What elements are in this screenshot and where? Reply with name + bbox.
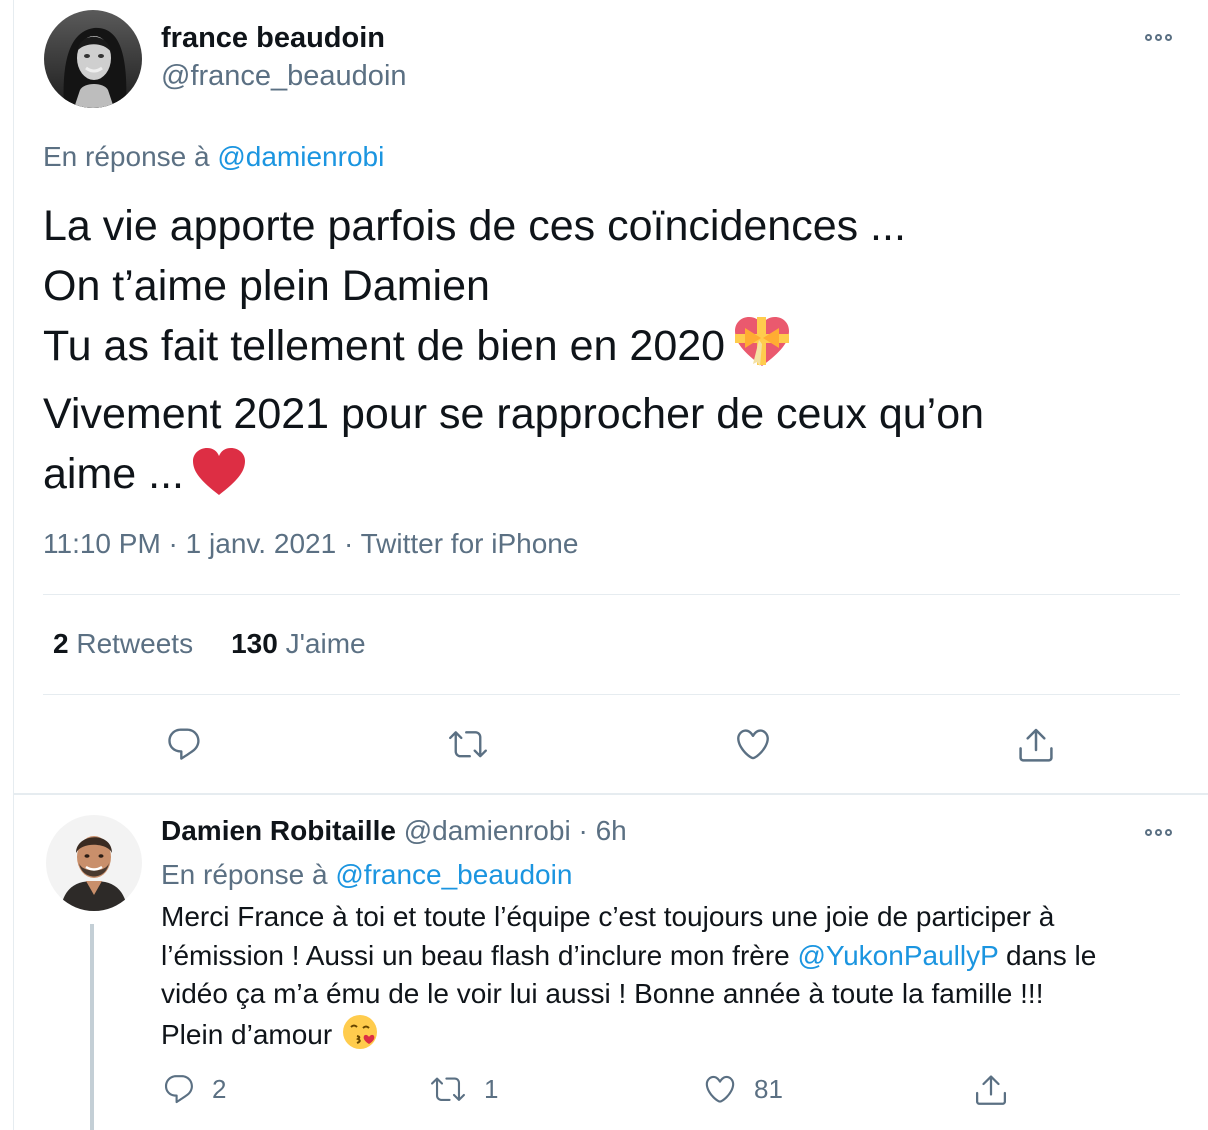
retweets-label: Retweets (76, 628, 194, 659)
tweet-line-5-text: aime ... (43, 450, 184, 498)
reply-retweets-count: 1 (484, 1073, 499, 1104)
reply-header: Damien Robitaille @damienrobi · 6h (161, 815, 627, 847)
tweet-line-3-text: Tu as fait tellement de bien en 2020 (43, 322, 726, 370)
more-options-icon[interactable] (1145, 34, 1172, 41)
tweet-line-3: Tu as fait tellement de bien en 2020 (43, 316, 1173, 384)
reply-author-avatar[interactable] (46, 815, 142, 911)
likes-stat[interactable]: 130 J'aime (231, 628, 366, 659)
reply-line-2: l’émission ! Aussi un beau flash d’inclu… (161, 937, 1201, 976)
divider (43, 594, 1180, 595)
likes-count: 130 (231, 628, 278, 659)
reply-share-button[interactable] (973, 1072, 1009, 1108)
share-button[interactable] (1016, 725, 1056, 765)
tweet-stats: 2 Retweets 130 J'aime (53, 628, 366, 660)
likes-label: J'aime (285, 628, 366, 659)
author-avatar[interactable] (44, 10, 142, 108)
avatar-photo (44, 10, 142, 108)
retweets-count: 2 (53, 628, 69, 659)
heart-icon (737, 729, 769, 760)
tweet-text: La vie apporte parfois de ces coïncidenc… (43, 196, 1173, 512)
reply-header-separator: · (570, 815, 596, 846)
reply-retweet-button[interactable]: 1 (428, 1072, 498, 1106)
author-name[interactable]: france beaudoin (161, 22, 385, 55)
reply-author-handle[interactable]: @damienrobi (404, 815, 571, 846)
retweet-icon (449, 731, 487, 758)
reply-likes-count: 81 (754, 1073, 783, 1104)
retweets-stat[interactable]: 2 Retweets (53, 628, 193, 659)
reply-to-link[interactable]: @damienrobi (217, 141, 384, 172)
reply-replying-to: En réponse à @france_beaudoin (161, 859, 572, 891)
meta-separator-1: · (160, 528, 186, 559)
retweet-icon (431, 1077, 465, 1101)
share-icon (1019, 728, 1053, 762)
like-button[interactable] (733, 725, 773, 763)
reply-line-4-text: Plein d’amour (161, 1018, 333, 1050)
tweet-time[interactable]: 11:10 PM (43, 528, 161, 559)
tweet-thread-page: france beaudoin @france_beaudoin En répo… (0, 0, 1208, 1130)
reply-time-ago[interactable]: 6h (596, 815, 627, 846)
divider (43, 694, 1180, 695)
reply-reply-to-link[interactable]: @france_beaudoin (335, 859, 572, 890)
reply-reply-button[interactable]: 2 (162, 1072, 226, 1106)
reply-line-2-after: dans le (998, 939, 1097, 971)
main-tweet: france beaudoin @france_beaudoin En répo… (0, 0, 1208, 794)
thread-line (90, 924, 94, 1130)
reply-icon (164, 1075, 193, 1104)
reply-line-4: Plein d’amour (161, 1014, 1201, 1061)
reply-avatar-photo (46, 815, 142, 911)
mention-link[interactable]: @YukonPaullyP (798, 940, 999, 971)
reply-line-1: Merci France à toi et toute l’équipe c’e… (161, 901, 1055, 932)
reply-prefix: En réponse à (43, 141, 210, 172)
reply-reply-prefix: En réponse à (161, 859, 328, 890)
share-icon (976, 1075, 1006, 1105)
red-heart-emoji (192, 448, 246, 512)
tweet-date[interactable]: 1 janv. 2021 (186, 528, 337, 559)
tweet-separator (14, 793, 1208, 795)
face-blowing-kiss-emoji (342, 1014, 378, 1061)
reply-author-name[interactable]: Damien Robitaille (161, 815, 396, 846)
reply-like-button[interactable]: 81 (702, 1072, 783, 1106)
heart-icon (705, 1075, 735, 1103)
author-handle[interactable]: @france_beaudoin (161, 60, 407, 93)
reply-icon (168, 728, 200, 760)
reply-line-2-before: l’émission ! Aussi un beau flash d’inclu… (161, 939, 798, 971)
tweet-line-5: aime ... (43, 444, 1173, 512)
reply-line-3: vidéo ça m’a ému de le voir lui aussi ! … (161, 978, 1044, 1009)
reply-more-options-icon[interactable] (1145, 829, 1172, 836)
heart-with-ribbon-emoji (733, 316, 791, 384)
meta-separator-2: · (336, 528, 361, 559)
tweet-line-2: On t’aime plein Damien (43, 262, 490, 310)
replying-to: En réponse à @damienrobi (43, 141, 384, 173)
reply-text: Merci France à toi et toute l’équipe c’e… (161, 898, 1201, 1060)
tweet-source[interactable]: Twitter for iPhone (361, 528, 579, 559)
retweet-button[interactable] (446, 725, 490, 763)
tweet-line-1: La vie apporte parfois de ces coïncidenc… (43, 202, 906, 250)
reply-button[interactable] (164, 725, 204, 763)
tweet-line-4: Vivement 2021 pour se rapprocher de ceux… (43, 390, 985, 438)
tweet-meta: 11:10 PM · 1 janv. 2021 · Twitter for iP… (43, 528, 578, 560)
reply-replies-count: 2 (212, 1073, 227, 1104)
